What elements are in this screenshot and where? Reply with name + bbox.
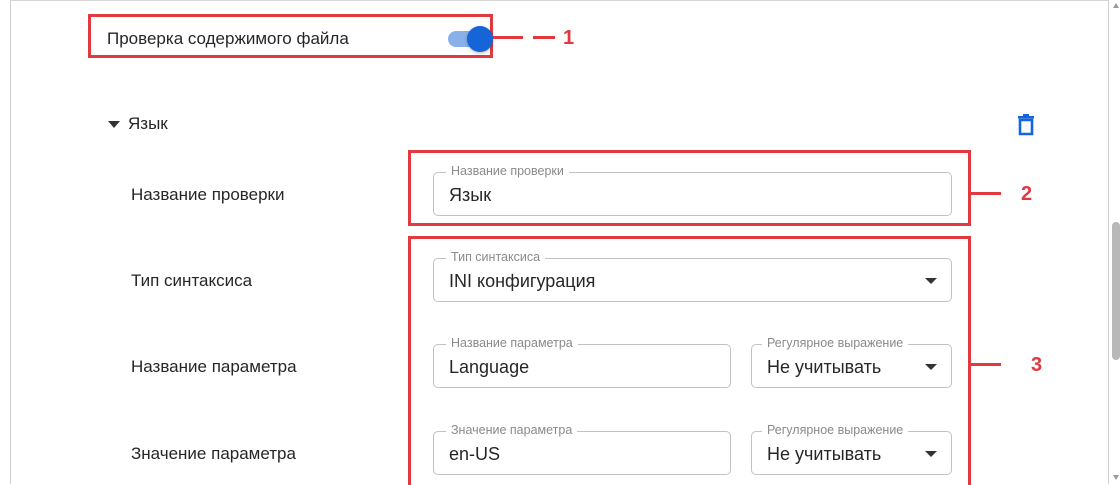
check-name-value: Язык	[449, 185, 492, 205]
param-value-regex-value: Не учитывать	[767, 444, 882, 464]
syntax-type-legend: Тип синтаксиса	[446, 250, 546, 264]
dropdown-arrow-icon[interactable]	[925, 451, 937, 457]
param-value-legend: Значение параметра	[446, 423, 578, 437]
syntax-type-value: INI конфигурация	[449, 271, 596, 291]
param-name-regex-value: Не учитывать	[767, 357, 882, 377]
param-name-regex-legend: Регулярное выражение	[762, 336, 909, 350]
param-name-field[interactable]: Название параметра Language	[433, 336, 731, 388]
content-check-toggle-knob[interactable]	[467, 26, 493, 52]
syntax-type-label: Тип синтаксиса	[131, 271, 253, 290]
scroll-up-arrow-icon[interactable]	[1113, 3, 1119, 8]
dropdown-arrow-icon[interactable]	[925, 364, 937, 370]
section-header-language[interactable]: Язык	[108, 114, 168, 134]
section-title: Язык	[128, 114, 168, 133]
callout-number-3: 3	[1031, 354, 1043, 376]
param-value-field[interactable]: Значение параметра en-US	[433, 423, 731, 475]
caret-down-icon	[108, 120, 120, 128]
content-check-label: Проверка содержимого файла	[107, 29, 349, 48]
param-value-regex-select[interactable]: Регулярное выражение Не учитывать	[751, 423, 952, 475]
param-name-regex-select[interactable]: Регулярное выражение Не учитывать	[751, 336, 952, 388]
check-name-label: Название проверки	[131, 185, 285, 204]
param-name-label: Название параметра	[131, 357, 297, 376]
syntax-type-select[interactable]: Тип синтаксиса INI конфигурация	[433, 250, 952, 302]
callout-number-2: 2	[1021, 183, 1033, 205]
scroll-down-arrow-icon[interactable]	[1113, 475, 1119, 480]
trash-icon[interactable]	[1016, 114, 1036, 136]
scrollbar-thumb[interactable]	[1112, 222, 1120, 360]
check-name-field[interactable]: Название проверки Язык	[433, 164, 952, 216]
callout-line-3	[971, 363, 1001, 366]
check-name-legend: Название проверки	[446, 164, 569, 178]
callout-line-1b	[533, 36, 555, 39]
callout-number-1: 1	[563, 27, 575, 49]
param-name-legend: Название параметра	[446, 336, 578, 350]
param-value-label: Значение параметра	[131, 444, 296, 463]
param-value-regex-legend: Регулярное выражение	[762, 423, 909, 437]
callout-line-1	[493, 36, 523, 39]
param-value-value: en-US	[449, 444, 501, 464]
dropdown-arrow-icon[interactable]	[925, 278, 937, 284]
callout-line-2	[971, 192, 1001, 195]
param-name-value: Language	[449, 357, 530, 377]
callout-box-1: Проверка содержимого файла	[88, 14, 493, 58]
